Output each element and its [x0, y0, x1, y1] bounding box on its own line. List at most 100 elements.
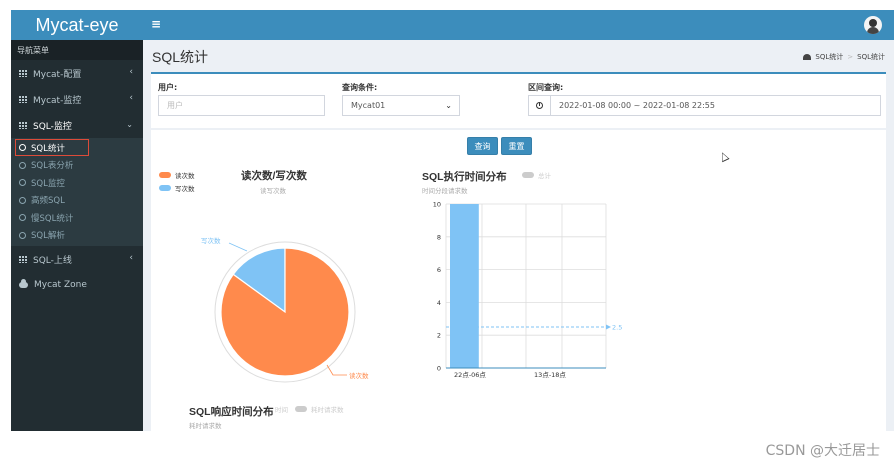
- submenu-item-sql-monitor[interactable]: SQL监控: [11, 174, 143, 192]
- legend-swatch-resp: [295, 406, 307, 412]
- condition-label: 查询条件:: [342, 83, 378, 92]
- average-line-arrow-icon: [606, 324, 611, 330]
- clock-icon: [536, 102, 543, 109]
- exec-chart-subtitle: 时间分段请求数: [422, 187, 468, 195]
- sidebar-item-label: SQL-上线: [33, 255, 72, 266]
- y-tick-label: 8: [437, 233, 441, 241]
- sidebar-submenu: SQL统计 SQL表分析 SQL监控 高频SQL 慢SQL统计 SQL解析: [11, 138, 143, 246]
- exec-bar-chart: 0 2 4 6 8 10 22点-06点 13点-18点 2.5: [433, 201, 622, 380]
- app-root: Mycat-eye ≡ 导航菜单 Mycat-配置 ‹ Mycat-监控 ‹ S…: [0, 0, 894, 469]
- legend-item-resp-count[interactable]: 耗时请求数: [295, 404, 344, 414]
- circle-icon: [19, 196, 26, 204]
- clock-addon: [529, 96, 551, 115]
- submenu-item-sql-table-analysis[interactable]: SQL表分析: [11, 157, 143, 175]
- legend-label: 写次数: [175, 185, 195, 193]
- x-tick-label: 22点-06点: [454, 371, 486, 379]
- pie-label-read: 读次数: [349, 371, 369, 380]
- circle-icon: [19, 161, 26, 169]
- sidebar-item-label: Mycat Zone: [34, 280, 87, 290]
- submenu-item-sql-parse[interactable]: SQL解析: [11, 227, 143, 245]
- average-line-label: 2.5: [612, 324, 622, 332]
- rw-chart-subtitle: 读写次数: [260, 187, 286, 195]
- dashboard-icon: [803, 54, 812, 60]
- condition-select[interactable]: Mycat01 ⌄: [342, 95, 460, 116]
- breadcrumb-item[interactable]: SQL统计: [815, 52, 843, 62]
- y-tick-label: 4: [437, 299, 441, 307]
- legend-item-read[interactable]: 读次数: [159, 170, 195, 180]
- legend-label: 读次数: [175, 172, 195, 180]
- rw-chart-title: 读次数/写次数: [241, 170, 307, 182]
- grid-icon: [19, 255, 27, 263]
- user-avatar[interactable]: [864, 16, 882, 34]
- submenu-item-label: SQL表分析: [31, 161, 74, 172]
- exec-chart-title: SQL执行时间分布: [422, 171, 507, 183]
- legend-item-time[interactable]: 时间: [275, 404, 288, 414]
- submenu-item-high-freq-sql[interactable]: 高频SQL: [11, 192, 143, 210]
- user-input[interactable]: 用户: [158, 95, 325, 116]
- sidebar-item-sql-online[interactable]: SQL-上线 ‹: [11, 246, 143, 272]
- sidebar-item-sql-monitor[interactable]: SQL-监控 ⌄: [11, 112, 143, 138]
- watermark: CSDN @大迁居士: [765, 443, 880, 459]
- breadcrumb-item-current: SQL统计: [857, 53, 885, 61]
- chevron-left-icon: ‹: [129, 253, 133, 263]
- circle-icon: [19, 231, 26, 239]
- breadcrumb: SQL统计 > SQL统计: [803, 52, 885, 62]
- legend-label: 耗时请求数: [311, 406, 344, 414]
- sidebar-header: 导航菜单: [11, 40, 143, 60]
- y-tick-label: 2: [437, 332, 441, 340]
- grid-icon: [19, 95, 27, 103]
- charts-panel: 查询 重置 读次数 写次数 读次数/写次数 读写次数 写次数 读次数 SQL执行…: [151, 130, 886, 431]
- sidebar-item-mycat-config[interactable]: Mycat-配置 ‹: [11, 60, 143, 86]
- menu-toggle-icon[interactable]: ≡: [151, 17, 161, 31]
- sidebar-item-mycat-zone[interactable]: Mycat Zone: [11, 272, 143, 298]
- legend-item-write[interactable]: 写次数: [159, 183, 195, 193]
- grid-icon: [19, 121, 27, 129]
- date-range-value: 2022-01-08 00:00 ~ 2022-01-08 22:55: [559, 101, 715, 110]
- sidebar-item-label: SQL-监控: [33, 121, 72, 132]
- legend-label: 时间: [275, 406, 288, 414]
- cloud-icon: [19, 279, 28, 288]
- bar-0[interactable]: [450, 204, 479, 368]
- legend-swatch-write: [159, 185, 171, 191]
- sidebar-item-label: Mycat-监控: [33, 95, 82, 106]
- pie-label-write: 写次数: [201, 236, 221, 245]
- pie-label-line-read: [326, 364, 347, 376]
- submenu-item-label: 慢SQL统计: [31, 213, 74, 224]
- circle-icon: [19, 214, 26, 222]
- resp-chart-subtitle: 耗时请求数: [189, 422, 222, 430]
- submenu-item-slow-sql[interactable]: 慢SQL统计: [11, 209, 143, 227]
- resp-chart-title: SQL响应时间分布: [189, 406, 274, 418]
- query-button[interactable]: 查询: [467, 137, 498, 155]
- legend-swatch-read: [159, 172, 171, 178]
- filter-panel: 用户: 用户 查询条件: Mycat01 ⌄ 区间查询: 2022-01-08 …: [151, 72, 886, 128]
- x-tick-label: 13点-18点: [534, 371, 566, 379]
- chevron-down-icon: ⌄: [126, 120, 133, 129]
- active-highlight: [15, 139, 89, 156]
- top-navbar: ≡: [143, 10, 894, 40]
- mouse-cursor-icon: [718, 150, 730, 163]
- legend-item-total[interactable]: 总计: [522, 170, 551, 180]
- pie-label-line-write: [228, 242, 248, 252]
- reset-button[interactable]: 重置: [501, 137, 532, 155]
- circle-icon: [19, 179, 26, 187]
- range-label: 区间查询:: [528, 83, 564, 92]
- page-title: SQL统计: [152, 49, 209, 65]
- submenu-item-label: 高频SQL: [31, 196, 65, 207]
- date-range-input[interactable]: 2022-01-08 00:00 ~ 2022-01-08 22:55: [528, 95, 881, 116]
- chevron-left-icon: ‹: [129, 93, 133, 103]
- submenu-item-label: SQL解析: [31, 231, 65, 242]
- sidebar-item-mycat-monitor[interactable]: Mycat-监控 ‹: [11, 86, 143, 112]
- submenu-item-sql-stats[interactable]: SQL统计: [11, 139, 143, 157]
- submenu-item-label: SQL监控: [31, 178, 65, 189]
- sidebar-item-label: Mycat-配置: [33, 69, 82, 80]
- grid-icon: [19, 69, 27, 77]
- app-logo[interactable]: Mycat-eye: [11, 10, 143, 40]
- chevron-left-icon: ‹: [129, 67, 133, 77]
- main-content: SQL统计 SQL统计 > SQL统计 用户: 用户 查询条件: Mycat01…: [143, 40, 894, 431]
- chevron-down-icon: ⌄: [445, 101, 452, 110]
- condition-select-value: Mycat01: [351, 101, 386, 110]
- y-tick-label: 6: [437, 266, 441, 274]
- y-tick-label: 10: [433, 201, 441, 209]
- rw-pie-chart: 写次数 读次数: [201, 236, 369, 383]
- y-tick-label: 0: [437, 365, 441, 373]
